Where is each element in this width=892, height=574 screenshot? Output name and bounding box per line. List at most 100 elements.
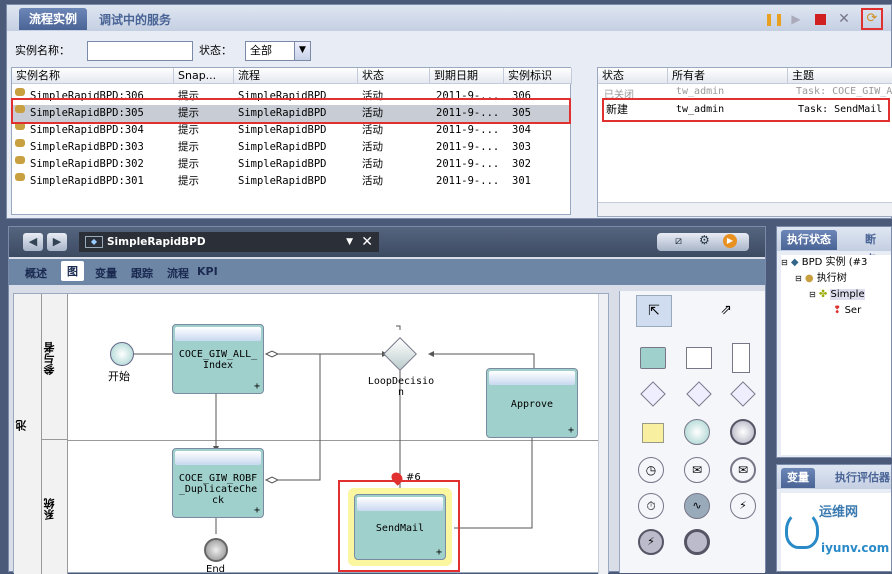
col-header[interactable]: 实例标识 (504, 68, 572, 84)
expand-icon[interactable]: + (568, 425, 574, 436)
tab-tracking[interactable]: 跟踪 (131, 265, 153, 281)
error-event-icon[interactable]: ⚡ (730, 493, 756, 519)
col-header-status[interactable]: 状态 (358, 68, 430, 84)
selection-highlight (11, 98, 571, 124)
tab-breakpoints[interactable]: 断点 (859, 230, 891, 266)
tree-node[interactable]: ⊟ ✤ Simple (781, 287, 891, 303)
table-row[interactable]: SimpleRapidBPD:302 提示 SimpleRapidBPD 活动 2011… (12, 156, 570, 173)
view-tab-bar: 概述 图 变量 跟踪 流程 KPI (9, 259, 765, 285)
diagram-canvas[interactable]: 池 参与者 系统 开始 COCE_GIW_ALL_Index + COCE_GI… (13, 293, 609, 574)
message-event-icon[interactable]: ✉ (684, 457, 710, 483)
task-sendmail[interactable]: SendMail + (354, 494, 446, 560)
tab-process-instances[interactable]: 流程实例 (19, 8, 88, 30)
tree-node-label: Simple (830, 289, 865, 300)
col-header-snapshot[interactable]: Snap... (174, 68, 234, 84)
tab-debug-services[interactable]: 调试中的服务 (93, 10, 177, 30)
task-duplicate-check[interactable]: COCE_GIW_ROBF_DuplicateCheck + (172, 448, 264, 518)
start-event-icon[interactable] (684, 419, 710, 445)
tab-overview[interactable]: 概述 (25, 265, 47, 281)
execution-state-panel: 执行状态 断点 ⊟ ◆ BPD 实例 (#3 ⊟ ● 执行树 ⊟ ✤ Simpl… (776, 226, 892, 458)
expand-icon[interactable]: + (254, 381, 260, 392)
subprocess-icon[interactable] (686, 347, 712, 369)
end-event[interactable] (204, 538, 228, 562)
task-col-subject[interactable]: 主题 (788, 68, 892, 84)
task-owner: tw_admin (676, 104, 725, 115)
close-icon[interactable]: ✕ (835, 10, 853, 28)
top-tab-bar: 流程实例 调试中的服务 ❚❚ ▶ ✕ ⟳ (7, 5, 891, 31)
token-label: #6 (406, 472, 421, 483)
tab-process[interactable]: 流程 (167, 265, 189, 281)
table-row[interactable]: SimpleRapidBPD:301 提示 SimpleRapidBPD 活动 2011… (12, 173, 570, 190)
pause-icon[interactable]: ❚❚ (763, 10, 784, 28)
refresh-icon[interactable]: ⟳ (861, 8, 883, 30)
table-cell: SimpleRapidBPD (238, 124, 327, 136)
task-col-owner[interactable]: 所有者 (668, 68, 788, 84)
run-icon[interactable]: ▶ (723, 234, 737, 248)
tree-node[interactable]: ❢ Ser (781, 303, 891, 319)
table-cell: 活动 (362, 141, 383, 153)
component-palette: ⇱ ⇗ ◷ ✉ ✉ ⏱ ∿ ⚡ ⚡ (619, 291, 765, 573)
close-icon[interactable]: ✕ (361, 232, 373, 252)
forward-icon[interactable]: ▶ (47, 233, 67, 251)
task-approve[interactable]: Approve + (486, 368, 578, 438)
table-row[interactable]: SimpleRapidBPD:303 提示 SimpleRapidBPD 活动 2011… (12, 139, 570, 156)
chart-icon[interactable]: ⧄ (675, 234, 682, 248)
chevron-down-icon[interactable]: ▼ (346, 232, 353, 252)
task-index[interactable]: COCE_GIW_ALL_Index + (172, 324, 264, 394)
task-row-selected[interactable]: 新建 tw_admin Task: SendMail (602, 98, 890, 122)
note-icon[interactable] (642, 423, 664, 443)
task-col-status[interactable]: 状态 (598, 68, 668, 84)
inclusive-gateway-icon[interactable] (730, 381, 756, 407)
status-select[interactable]: 全部 ▼ (245, 41, 311, 61)
table-cell: 303 (512, 141, 531, 153)
timer-event-icon[interactable]: ◷ (638, 457, 664, 483)
terminate-end-icon[interactable] (684, 529, 710, 555)
table-cell: 304 (512, 124, 531, 136)
toolbar: ❚❚ ▶ ✕ ⟳ (759, 7, 887, 31)
tab-diagram[interactable]: 图 (61, 261, 84, 281)
tree-node[interactable]: ⊟ ● 执行树 (781, 271, 891, 287)
tab-variables[interactable]: 变量 (95, 265, 117, 281)
tree-node-label: BPD 实例 (#3 (801, 257, 868, 268)
expand-icon[interactable]: + (436, 547, 442, 558)
expand-icon[interactable]: + (254, 505, 260, 516)
stop-icon[interactable] (811, 10, 829, 28)
tab-variables[interactable]: 变量 (781, 468, 815, 488)
table-cell: 2011-9-... (436, 141, 500, 153)
tab-evaluator[interactable]: 执行评估器 (829, 468, 892, 488)
instance-name-label: 实例名称： (15, 44, 70, 57)
table-cell: SimpleRapidBPD (238, 141, 327, 153)
col-header[interactable]: 到期日期 (430, 68, 504, 84)
col-header-process[interactable]: 流程 (234, 68, 358, 84)
table-cell: 提示 (178, 124, 199, 136)
swimlane-icon[interactable] (732, 343, 750, 373)
select-tool-icon[interactable]: ⇱ (636, 295, 672, 327)
gear-icon[interactable]: ⚙ (699, 233, 710, 247)
table-row[interactable]: SimpleRapidBPD:304 提示 SimpleRapidBPD 活动 2011… (12, 122, 570, 139)
tab-kpi[interactable]: KPI (197, 265, 218, 278)
task-table: 状态 所有者 主题 已关闭 tw_admin Task: COCE_GIW_A … (597, 67, 892, 217)
step-icon[interactable]: ▶ (787, 10, 805, 28)
tab-execution-state[interactable]: 执行状态 (781, 230, 837, 250)
start-event[interactable] (110, 342, 134, 366)
intermediate-timer-icon[interactable]: ⏱ (638, 493, 664, 519)
message-end-icon[interactable]: ✉ (730, 457, 756, 483)
task-header (175, 327, 261, 341)
instance-name-input[interactable] (87, 41, 193, 61)
table-cell: SimpleRapidBPD (238, 175, 327, 187)
vertical-scrollbar[interactable] (598, 294, 608, 574)
back-icon[interactable]: ◀ (23, 233, 43, 251)
activity-icon[interactable] (640, 347, 666, 369)
tracking-event-icon[interactable]: ∿ (684, 493, 710, 519)
table-cell: 提示 (178, 158, 199, 170)
tree-node[interactable]: ⊟ ◆ BPD 实例 (#3 (781, 255, 891, 271)
connect-tool-icon[interactable]: ⇗ (708, 295, 744, 327)
terminate-event-icon[interactable]: ⚡ (638, 529, 664, 555)
gateway-icon[interactable] (640, 381, 666, 407)
horizontal-scrollbar[interactable] (598, 202, 892, 216)
execution-tree: ⊟ ◆ BPD 实例 (#3 ⊟ ● 执行树 ⊟ ✤ Simple ❢ Ser (781, 255, 891, 455)
chevron-down-icon[interactable]: ▼ (294, 42, 310, 60)
parallel-gateway-icon[interactable] (686, 381, 712, 407)
end-event-icon[interactable] (730, 419, 756, 445)
col-header-name[interactable]: 实例名称 (12, 68, 174, 84)
